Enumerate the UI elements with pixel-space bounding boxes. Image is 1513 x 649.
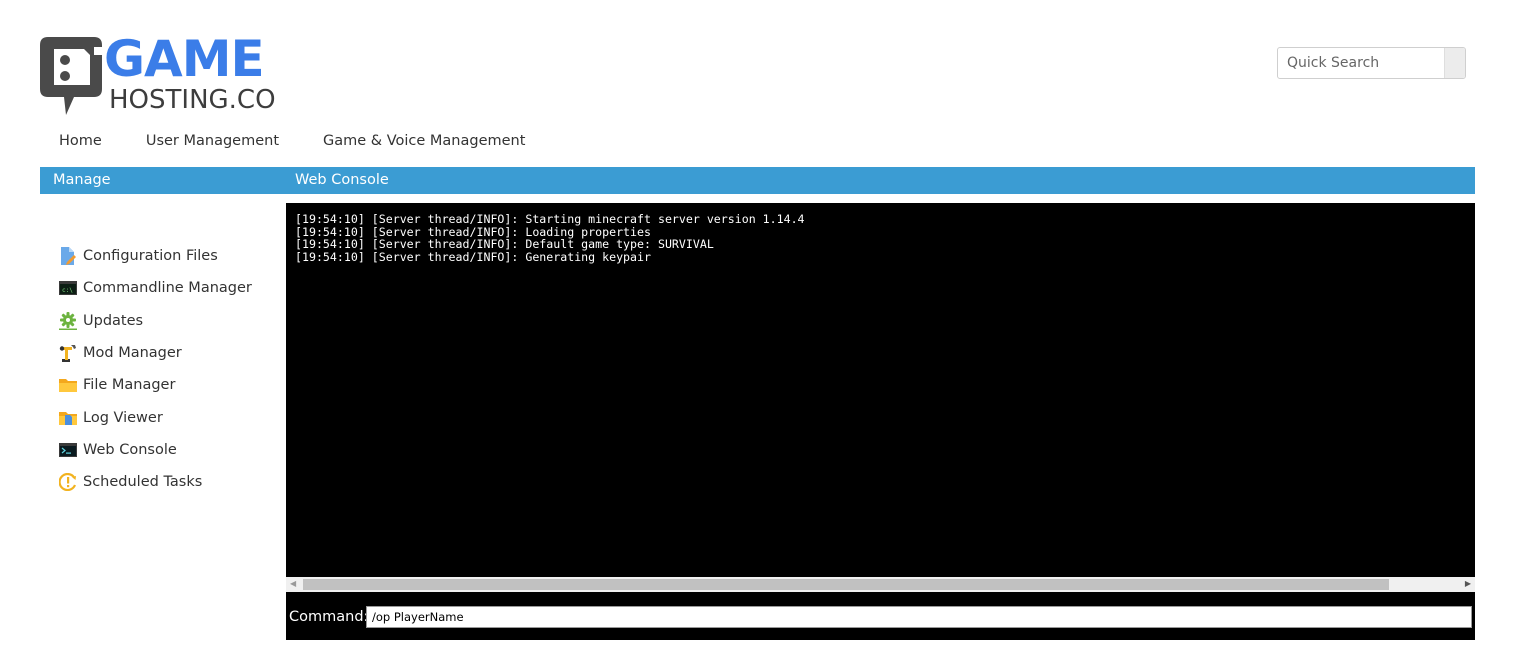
clock-alert-icon bbox=[59, 473, 77, 492]
console-horizontal-scrollbar[interactable]: ◀ ▶ bbox=[286, 577, 1475, 592]
sidebar-item-label: Commandline Manager bbox=[83, 280, 252, 297]
sidebar-item-label: Updates bbox=[83, 312, 144, 329]
logo-mark-icon bbox=[40, 37, 102, 115]
sidebar-item-label: Configuration Files bbox=[83, 248, 218, 265]
section-header-bar: Manage Web Console bbox=[40, 167, 1475, 194]
console-line: [19:54:10] [Server thread/INFO]: Startin… bbox=[295, 212, 805, 226]
nav-game-voice-management[interactable]: Game & Voice Management bbox=[323, 131, 525, 151]
console-line: [19:54:10] [Server thread/INFO]: Default… bbox=[295, 237, 714, 251]
sidebar-item-label: Scheduled Tasks bbox=[83, 474, 203, 491]
quick-search-input[interactable] bbox=[1278, 48, 1444, 78]
manage-heading: Manage bbox=[53, 172, 111, 188]
web-console-heading: Web Console bbox=[295, 172, 389, 188]
sidebar-item-label: Web Console bbox=[83, 441, 177, 458]
sidebar-item-label: Mod Manager bbox=[83, 345, 182, 362]
sidebar-menu: Configuration Files c:\ Commandline Mana… bbox=[59, 240, 252, 498]
robot-arm-icon bbox=[59, 344, 77, 363]
scroll-right-arrow-icon[interactable]: ▶ bbox=[1465, 579, 1471, 588]
log-folder-icon bbox=[59, 409, 77, 427]
logo-text-game: GAME bbox=[104, 30, 265, 88]
sidebar-item-label: Log Viewer bbox=[83, 409, 163, 426]
sidebar-item-file-manager[interactable]: File Manager bbox=[59, 369, 252, 401]
command-bar: Command: bbox=[286, 592, 1475, 640]
quick-search bbox=[1277, 47, 1466, 79]
nav-home[interactable]: Home bbox=[59, 131, 102, 151]
console-icon bbox=[59, 441, 77, 459]
scrollbar-thumb[interactable] bbox=[303, 579, 1389, 590]
console-output[interactable]: [19:54:10] [Server thread/INFO]: Startin… bbox=[286, 203, 1475, 577]
nav-user-management[interactable]: User Management bbox=[146, 131, 279, 151]
quick-search-button[interactable] bbox=[1444, 48, 1465, 78]
command-input[interactable] bbox=[366, 606, 1472, 628]
terminal-icon: c:\ bbox=[59, 279, 77, 297]
scroll-left-arrow-icon[interactable]: ◀ bbox=[290, 579, 296, 588]
sidebar-item-updates[interactable]: Updates bbox=[59, 305, 252, 337]
sidebar-item-label: File Manager bbox=[83, 377, 176, 394]
top-nav: Home User Management Game & Voice Manage… bbox=[59, 131, 569, 151]
sidebar-item-log-viewer[interactable]: Log Viewer bbox=[59, 401, 252, 433]
logo[interactable]: GAME HOSTING.CO bbox=[40, 31, 280, 117]
folder-icon bbox=[59, 376, 77, 394]
svg-text:c:\: c:\ bbox=[62, 287, 73, 294]
sidebar-item-configuration-files[interactable]: Configuration Files bbox=[59, 240, 252, 272]
sidebar-item-commandline-manager[interactable]: c:\ Commandline Manager bbox=[59, 272, 252, 304]
logo-text-hosting: HOSTING.CO bbox=[109, 85, 276, 115]
command-label: Command: bbox=[289, 609, 369, 625]
sidebar-item-scheduled-tasks[interactable]: Scheduled Tasks bbox=[59, 466, 252, 498]
console-line: [19:54:10] [Server thread/INFO]: Generat… bbox=[295, 249, 651, 264]
sidebar-item-web-console[interactable]: Web Console bbox=[59, 434, 252, 466]
sidebar-item-mod-manager[interactable]: Mod Manager bbox=[59, 337, 252, 369]
gear-icon bbox=[59, 311, 77, 330]
config-file-icon bbox=[59, 247, 77, 266]
